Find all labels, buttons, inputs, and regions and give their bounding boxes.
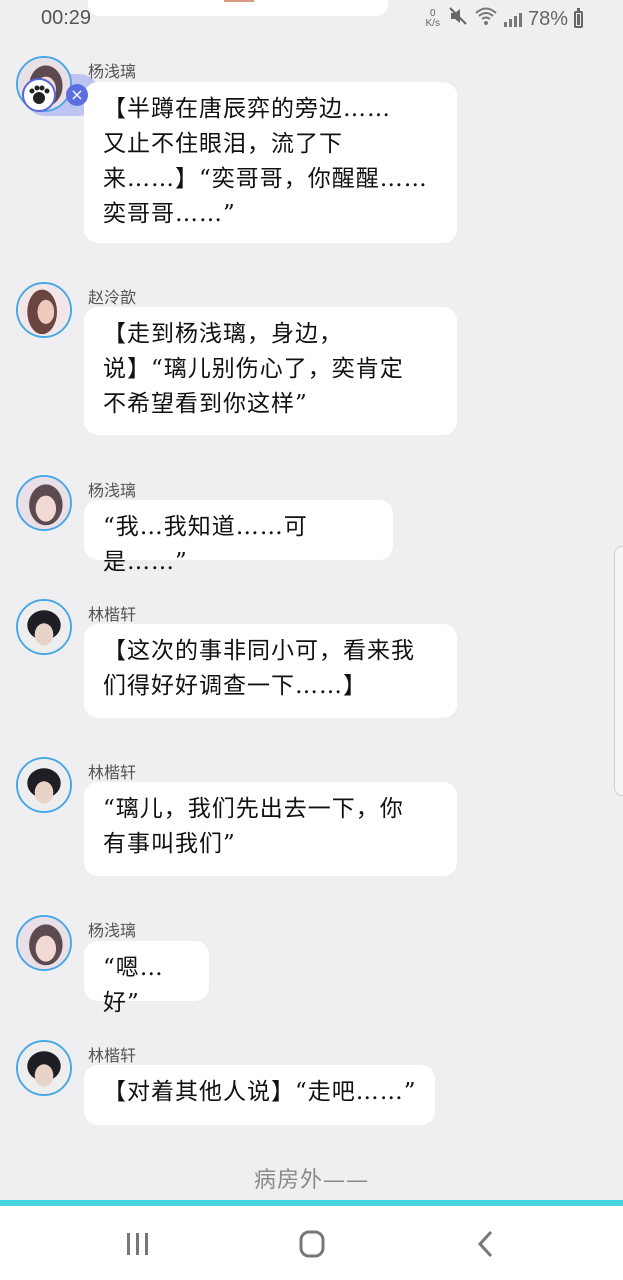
recent-apps-icon[interactable]: [118, 1224, 158, 1264]
message-bubble[interactable]: 【半蹲在唐辰弈的旁边…… 又止不住眼泪，流了下 来……】“奕哥哥，你醒醒…… 奕…: [84, 82, 457, 243]
avatar[interactable]: [16, 1040, 72, 1096]
message-bubble[interactable]: “我…我知道……可是……”: [84, 500, 393, 575]
message-bubble[interactable]: “嗯…好”: [84, 941, 209, 1016]
back-icon[interactable]: [466, 1224, 506, 1264]
net-speed-unit: K/s: [425, 18, 440, 29]
sender-name: 赵泠歆: [88, 288, 137, 307]
edge-panel-handle[interactable]: [614, 546, 623, 796]
paw-icon[interactable]: [22, 78, 56, 112]
status-icons: 0 K/s 78%: [426, 6, 583, 32]
mute-icon: [448, 6, 468, 32]
message-bubble[interactable]: 【对着其他人说】“走吧……”: [84, 1065, 435, 1125]
message-bubble[interactable]: 【走到杨浅璃，身边， 说】“璃儿别伤心了，奕肯定 不希望看到你这样”: [84, 307, 457, 435]
navigation-bar: [0, 1206, 623, 1280]
home-icon[interactable]: [292, 1224, 332, 1264]
avatar[interactable]: [16, 915, 72, 971]
status-time: 00:29: [41, 7, 92, 29]
scene-divider-text: 病房外——: [253, 1168, 369, 1193]
battery-icon: [574, 7, 583, 28]
battery-percent: 78%: [527, 7, 568, 30]
avatar[interactable]: [16, 475, 72, 531]
sender-name: 林楷轩: [88, 1046, 137, 1065]
signal-icon: [503, 11, 522, 27]
avatar[interactable]: [16, 757, 72, 813]
wifi-icon: [474, 6, 498, 32]
sender-name: 杨浅璃: [88, 481, 137, 500]
avatar[interactable]: [16, 599, 72, 655]
message-bubble[interactable]: “璃儿，我们先出去一下，你 有事叫我们”: [84, 782, 457, 876]
sender-name: 杨浅璃: [88, 62, 137, 81]
sender-name: 林楷轩: [88, 605, 137, 624]
message-bubble[interactable]: 【这次的事非同小可，看来我 们得好好调查一下……】: [84, 624, 457, 718]
sender-name: 林楷轩: [88, 763, 137, 782]
notification-strip: [88, 0, 388, 16]
sender-name: 杨浅璃: [88, 921, 137, 940]
close-icon[interactable]: ×: [66, 84, 88, 106]
notification-strip-mark: [224, 0, 254, 2]
status-bar: 00:29 0 K/s 78%: [0, 0, 623, 38]
net-speed: 0 K/s: [426, 9, 440, 29]
avatar[interactable]: [16, 282, 72, 338]
